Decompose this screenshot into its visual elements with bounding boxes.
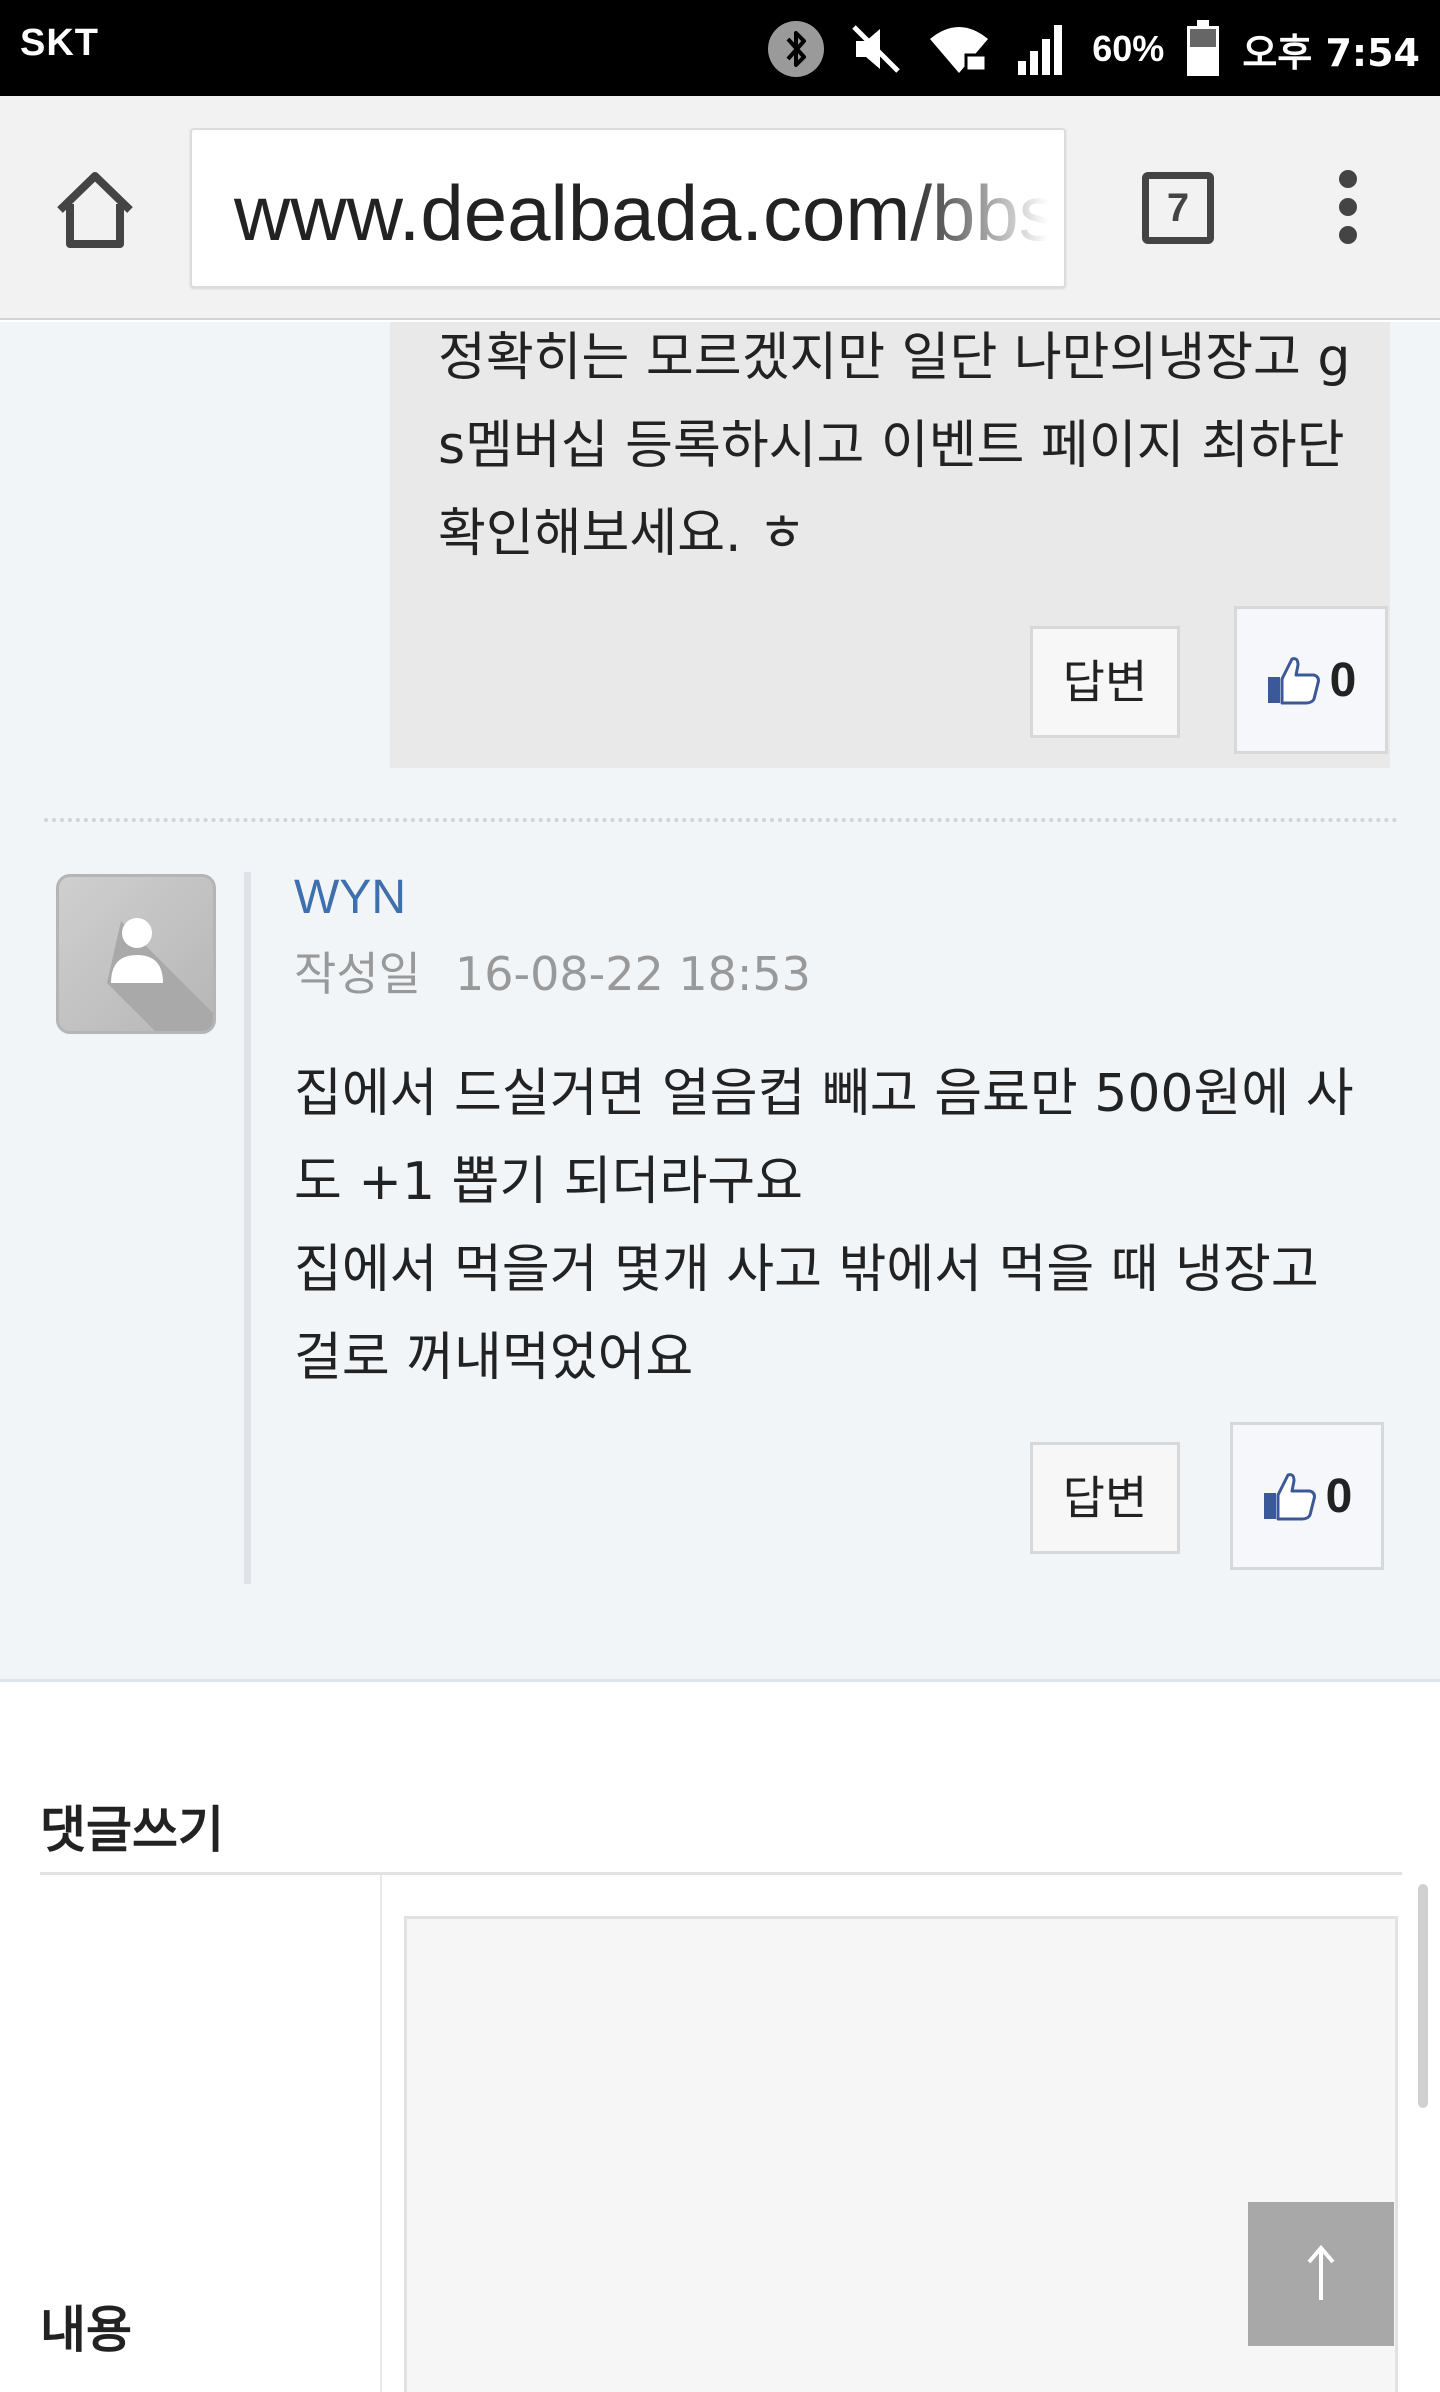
form-column-divider [380,1875,382,2392]
bluetooth-icon [766,19,826,79]
menu-icon[interactable] [1324,170,1372,250]
reply-button[interactable]: 답변 [1030,1442,1180,1554]
wifi-icon [926,19,992,79]
battery-icon [1186,19,1220,79]
thumbs-up-icon [1267,657,1320,705]
write-comment-title: 댓글쓰기 [40,1801,224,1859]
signal-icon [1014,19,1070,79]
clock: 오후 7:54 [1242,30,1420,75]
comment-author[interactable]: WYN [294,870,406,925]
date-value: 16-08-22 18:53 [454,947,811,1001]
status-icons: 60% 오후 7:54 [766,14,1420,84]
browser-toolbar: www.dealbada.com/bbs 7 [0,96,1440,320]
reply-comment: 정확히는 모르겠지만 일단 나만의냉장고 g s멤버십 등록하시고 이벤트 페이… [390,322,1390,768]
comment-body: 정확히는 모르겠지만 일단 나만의냉장고 g s멤버십 등록하시고 이벤트 페이… [438,328,1351,564]
reply-button[interactable]: 답변 [1030,626,1180,738]
like-button[interactable]: 0 [1230,1422,1384,1570]
section-divider [40,1872,1402,1875]
page-content: 정확히는 모르겠지만 일단 나만의냉장고 g s멤버십 등록하시고 이벤트 페이… [0,322,1440,2392]
content-label: 내용 [40,2301,132,2359]
battery-percent: 60% [1092,28,1165,69]
date-label: 작성일 [294,947,421,1001]
carrier-label: SKT [20,22,99,64]
mute-icon [848,19,904,79]
status-bar: SKT 60% 오후 7:54 [0,0,1440,96]
like-button[interactable]: 0 [1234,606,1388,754]
scroll-top-button[interactable] [1248,2202,1394,2346]
comment-divider [44,818,1398,822]
comments-area: 정확히는 모르겠지만 일단 나만의냉장고 g s멤버십 등록하시고 이벤트 페이… [0,322,1440,1682]
comment-indent-line [244,872,251,1584]
comment-body: 집에서 드실거면 얼음컵 빼고 음료만 500원에 사 도 +1 뽑기 되더라구… [294,1064,1354,1388]
thumbs-up-icon [1263,1473,1316,1521]
url-bar[interactable]: www.dealbada.com/bbs [190,128,1066,288]
home-icon[interactable] [52,166,138,252]
arrow-up-icon [1307,2244,1335,2300]
comment-date: 작성일 16-08-22 18:53 [294,938,811,1004]
avatar [56,874,216,1034]
like-count: 0 [1329,653,1357,707]
page-scrollbar[interactable] [1418,1884,1428,2108]
tab-switcher-button[interactable]: 7 [1142,172,1214,244]
like-count: 0 [1325,1469,1353,1523]
